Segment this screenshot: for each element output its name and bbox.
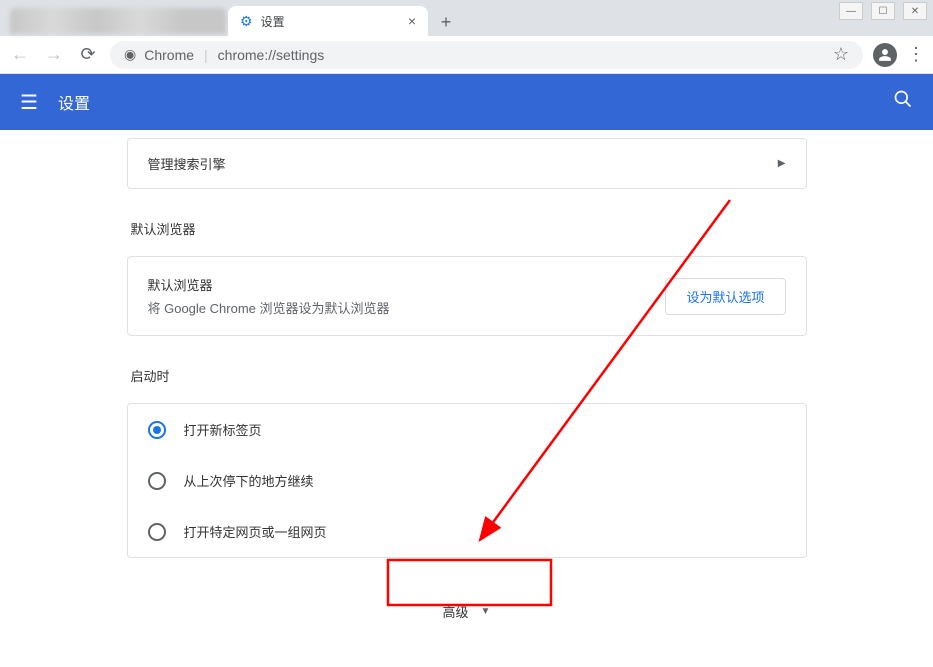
tab-bar: ⚙ 设置 × +: [0, 0, 933, 36]
separator: |: [204, 47, 208, 63]
search-icon[interactable]: [893, 89, 913, 115]
window-close-button[interactable]: ✕: [903, 2, 927, 20]
startup-section-title: 启动时: [131, 366, 807, 385]
startup-option-specific-pages[interactable]: 打开特定网页或一组网页: [128, 506, 806, 557]
advanced-label: 高级: [443, 602, 469, 621]
radio-icon: [148, 421, 166, 439]
startup-option-continue[interactable]: 从上次停下的地方继续: [128, 455, 806, 506]
profile-avatar[interactable]: [873, 43, 897, 67]
browser-toolbar: ← → ⟳ ◉ Chrome | chrome://settings ☆ ⋮: [0, 36, 933, 74]
browser-tab-settings[interactable]: ⚙ 设置 ×: [228, 6, 428, 36]
window-maximize-button[interactable]: ☐: [871, 2, 895, 20]
settings-header: ☰ 设置: [0, 74, 933, 130]
gear-icon: ⚙: [240, 13, 253, 30]
manage-search-engines-label: 管理搜索引擎: [148, 154, 226, 173]
settings-content[interactable]: 管理搜索引擎 ▶ 默认浏览器 默认浏览器 将 Google Chrome 浏览器…: [0, 130, 933, 667]
default-browser-subtitle: 将 Google Chrome 浏览器设为默认浏览器: [148, 298, 390, 317]
url-text: chrome://settings: [218, 47, 325, 63]
default-browser-title: 默认浏览器: [148, 275, 390, 294]
more-menu-icon[interactable]: ⋮: [907, 44, 925, 65]
back-button[interactable]: ←: [8, 44, 32, 65]
site-label: Chrome: [144, 47, 194, 63]
chrome-icon: ◉: [124, 46, 136, 63]
page-title: 设置: [58, 90, 90, 114]
set-default-button[interactable]: 设为默认选项: [665, 278, 785, 315]
new-tab-button[interactable]: +: [432, 8, 460, 36]
chevron-right-icon: ▶: [778, 158, 786, 169]
startup-option-new-tab[interactable]: 打开新标签页: [128, 404, 806, 455]
radio-label: 打开新标签页: [184, 420, 262, 439]
default-browser-section-title: 默认浏览器: [131, 219, 807, 238]
forward-button[interactable]: →: [42, 44, 66, 65]
radio-icon: [148, 472, 166, 490]
default-browser-card: 默认浏览器 将 Google Chrome 浏览器设为默认浏览器 设为默认选项: [127, 256, 807, 336]
hamburger-menu-icon[interactable]: ☰: [20, 90, 38, 115]
reload-button[interactable]: ⟳: [76, 44, 100, 65]
bookmark-star-icon[interactable]: ☆: [833, 44, 849, 65]
caret-down-icon: ▼: [481, 606, 491, 617]
address-bar[interactable]: ◉ Chrome | chrome://settings ☆: [110, 41, 863, 69]
tab-title: 设置: [261, 13, 285, 30]
startup-card: 打开新标签页 从上次停下的地方继续 打开特定网页或一组网页: [127, 403, 807, 558]
advanced-toggle[interactable]: 高级 ▼: [419, 592, 515, 631]
manage-search-engines-row[interactable]: 管理搜索引擎 ▶: [127, 138, 807, 189]
browser-tab-inactive[interactable]: [8, 6, 228, 36]
window-minimize-button[interactable]: —: [839, 2, 863, 20]
person-icon: [878, 48, 892, 62]
plus-icon: +: [441, 12, 452, 33]
radio-label: 打开特定网页或一组网页: [184, 522, 327, 541]
radio-label: 从上次停下的地方继续: [184, 471, 314, 490]
close-tab-icon[interactable]: ×: [408, 13, 416, 29]
radio-icon: [148, 523, 166, 541]
